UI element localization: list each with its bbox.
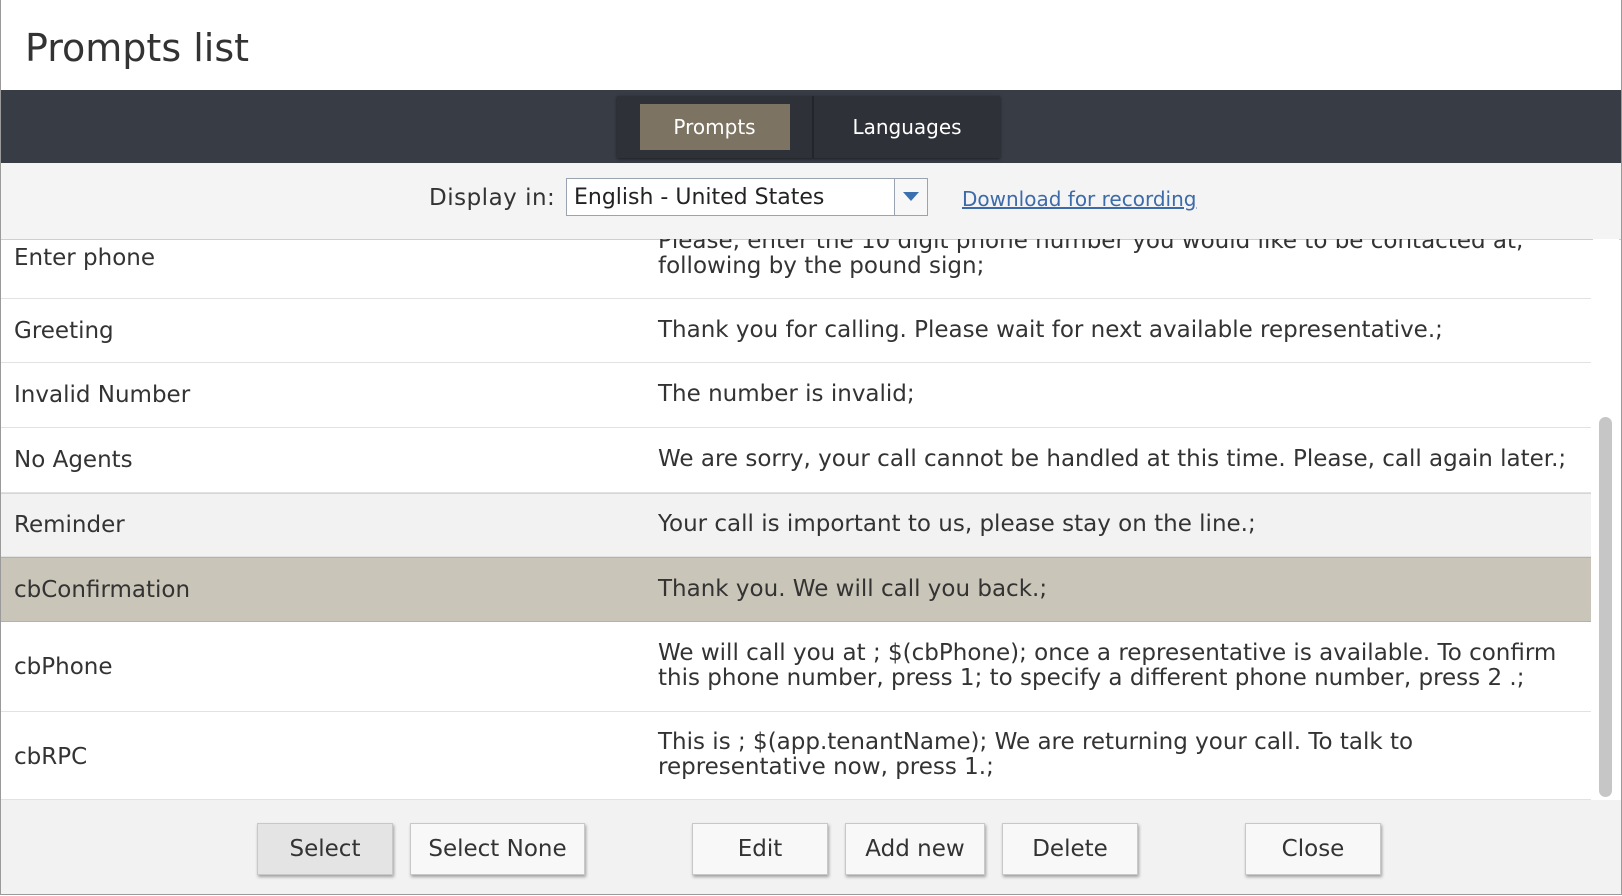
window-title: Prompts list — [25, 26, 250, 70]
prompt-text: This is ; $(app.tenantName); We are retu… — [658, 729, 1414, 780]
table-row[interactable]: Reminder Your call is important to us, p… — [1, 493, 1591, 557]
prompt-text: Thank you for calling. Please wait for n… — [658, 317, 1443, 343]
download-for-recording-link[interactable]: Download for recording — [962, 187, 1196, 211]
prompt-name: Invalid Number — [14, 382, 191, 408]
title-bar: Prompts list — [1, 0, 1621, 90]
prompts-list-window: Prompts list Prompts Languages Display i… — [0, 0, 1622, 895]
tab-prompts-label: Prompts — [673, 115, 756, 139]
select-button[interactable]: Select — [257, 823, 393, 875]
list-scrollbar[interactable] — [1593, 239, 1619, 800]
tab-prompts-pill: Prompts — [639, 104, 790, 150]
table-row[interactable]: cbPhone We will call you at ; $(cbPhone)… — [1, 622, 1591, 712]
prompt-name: Reminder — [14, 512, 125, 538]
prompt-name: Enter phone — [14, 245, 156, 271]
dropdown-button[interactable] — [894, 179, 927, 215]
prompt-text: Thank you. We will call you back.; — [658, 576, 1048, 602]
tab-languages-label: Languages — [852, 115, 962, 139]
tab-group: Prompts Languages — [617, 96, 1000, 158]
table-row[interactable]: Greeting Thank you for calling. Please w… — [1, 299, 1591, 363]
table-row[interactable]: No Agents We are sorry, your call cannot… — [1, 428, 1591, 493]
prompt-name: No Agents — [14, 447, 133, 473]
tab-languages[interactable]: Languages — [814, 96, 1000, 158]
prompt-text: The number is invalid; — [658, 381, 915, 407]
prompt-text: Please, enter the 10 digit phone number … — [658, 239, 1524, 279]
edit-button[interactable]: Edit — [692, 823, 828, 875]
prompt-text: Your call is important to us, please sta… — [658, 511, 1256, 537]
prompt-text: We will call you at ; $(cbPhone); once a… — [658, 640, 1557, 691]
action-bar: Select Select None Edit Add new Delete C… — [1, 800, 1621, 894]
tab-prompts[interactable]: Prompts — [617, 96, 814, 158]
prompt-name: cbConfirmation — [14, 577, 191, 603]
select-none-button[interactable]: Select None — [410, 823, 585, 875]
prompt-name: Greeting — [14, 318, 114, 344]
delete-button[interactable]: Delete — [1002, 823, 1138, 875]
chevron-down-icon — [903, 192, 919, 201]
prompt-text: We are sorry, your call cannot be handle… — [658, 446, 1567, 472]
prompt-name: cbRPC — [14, 744, 88, 770]
table-row-selected[interactable]: cbConfirmation Thank you. We will call y… — [1, 557, 1591, 622]
language-select-value: English - United States — [574, 185, 825, 210]
table-row[interactable]: Invalid Number The number is invalid; — [1, 363, 1591, 428]
table-row[interactable]: cbRPC This is ; $(app.tenantName); We ar… — [1, 712, 1591, 800]
prompts-table: Enter phone Please, enter the 10 digit p… — [1, 239, 1591, 800]
filter-bar: Display in: English - United States Down… — [1, 163, 1621, 240]
display-in-label: Display in: — [429, 185, 556, 211]
scrollbar-thumb[interactable] — [1599, 417, 1612, 797]
add-new-button[interactable]: Add new — [845, 823, 985, 875]
table-row[interactable]: Enter phone Please, enter the 10 digit p… — [1, 239, 1591, 299]
close-button[interactable]: Close — [1245, 823, 1381, 875]
tabs-bar: Prompts Languages — [1, 90, 1621, 163]
language-select[interactable]: English - United States — [566, 178, 928, 216]
prompt-name: cbPhone — [14, 654, 113, 680]
